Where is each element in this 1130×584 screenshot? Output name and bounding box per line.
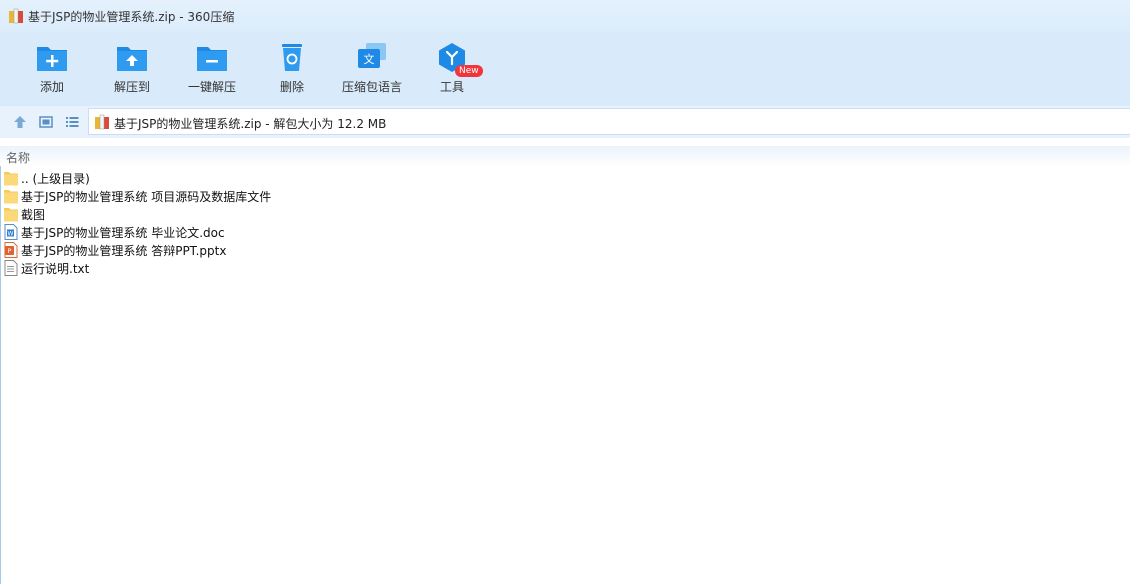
toolbar: 添加 解压到 一键解压 删除 文 压缩包语言 工具 New bbox=[0, 32, 1130, 106]
svg-text:文: 文 bbox=[364, 52, 375, 66]
list-item-label: 基于JSP的物业管理系统 项目源码及数据库文件 bbox=[21, 190, 272, 204]
column-header-name[interactable]: 名称 bbox=[6, 149, 30, 166]
path-box[interactable]: 基于JSP的物业管理系统.zip - 解包大小为 12.2 MB bbox=[88, 108, 1130, 135]
folder-icon bbox=[4, 208, 18, 222]
title-bar: 基于JSP的物业管理系统.zip - 360压缩 bbox=[0, 0, 1130, 32]
list-item-defense-pptx[interactable]: P 基于JSP的物业管理系统 答辩PPT.pptx bbox=[0, 241, 1130, 259]
add-button[interactable]: 添加 bbox=[12, 38, 92, 100]
list-header: 名称 bbox=[0, 146, 1130, 166]
archive-language-button-label: 压缩包语言 bbox=[341, 80, 402, 94]
window-title: 基于JSP的物业管理系统.zip - 360压缩 bbox=[28, 10, 235, 24]
text-file-icon bbox=[4, 260, 18, 276]
extract-to-icon bbox=[117, 47, 147, 71]
folder-icon bbox=[4, 190, 18, 204]
svg-text:P: P bbox=[8, 247, 12, 255]
list-item-source-folder[interactable]: 基于JSP的物业管理系统 项目源码及数据库文件 bbox=[0, 187, 1130, 205]
tools-button-label: 工具 bbox=[439, 80, 464, 94]
language-icon: 文 bbox=[358, 43, 386, 68]
list-view-icon[interactable] bbox=[64, 114, 80, 130]
list-item-label: 基于JSP的物业管理系统 答辩PPT.pptx bbox=[21, 244, 227, 258]
navigation-bar: 基于JSP的物业管理系统.zip - 解包大小为 12.2 MB bbox=[0, 106, 1130, 138]
list-item-label: 基于JSP的物业管理系统 毕业论文.doc bbox=[21, 226, 225, 240]
list-item-parent-directory[interactable]: .. (上级目录) bbox=[0, 169, 1130, 187]
list-item-label: 截图 bbox=[21, 208, 46, 222]
zip-archive-icon bbox=[9, 8, 23, 24]
new-badge: New bbox=[455, 65, 483, 77]
file-list: .. (上级目录) 基于JSP的物业管理系统 项目源码及数据库文件 截图 W 基… bbox=[0, 169, 1130, 277]
add-button-label: 添加 bbox=[39, 80, 64, 94]
add-folder-icon bbox=[37, 47, 67, 71]
one-click-extract-icon bbox=[197, 47, 227, 71]
path-text: 基于JSP的物业管理系统.zip - 解包大小为 12.2 MB bbox=[114, 117, 387, 131]
thumbnail-view-icon[interactable] bbox=[38, 114, 54, 130]
list-item-thesis-doc[interactable]: W 基于JSP的物业管理系统 毕业论文.doc bbox=[0, 223, 1130, 241]
extract-to-button[interactable]: 解压到 bbox=[92, 38, 172, 100]
archive-language-button[interactable]: 文 压缩包语言 bbox=[332, 38, 412, 100]
delete-button[interactable]: 删除 bbox=[252, 38, 332, 100]
list-item-readme-txt[interactable]: 运行说明.txt bbox=[0, 259, 1130, 277]
folder-icon bbox=[4, 172, 18, 186]
one-click-extract-button[interactable]: 一键解压 bbox=[172, 38, 252, 100]
word-document-icon: W bbox=[4, 224, 18, 240]
up-arrow-icon[interactable] bbox=[12, 114, 28, 130]
list-item-label: .. (上级目录) bbox=[21, 172, 90, 186]
zip-archive-icon bbox=[95, 114, 109, 130]
trash-icon bbox=[282, 44, 302, 71]
list-item-screenshots-folder[interactable]: 截图 bbox=[0, 205, 1130, 223]
extract-to-button-label: 解压到 bbox=[113, 80, 150, 94]
one-click-extract-button-label: 一键解压 bbox=[187, 80, 236, 94]
svg-text:W: W bbox=[8, 230, 14, 237]
powerpoint-document-icon: P bbox=[4, 242, 18, 258]
delete-button-label: 删除 bbox=[279, 80, 304, 94]
list-item-label: 运行说明.txt bbox=[21, 262, 90, 276]
